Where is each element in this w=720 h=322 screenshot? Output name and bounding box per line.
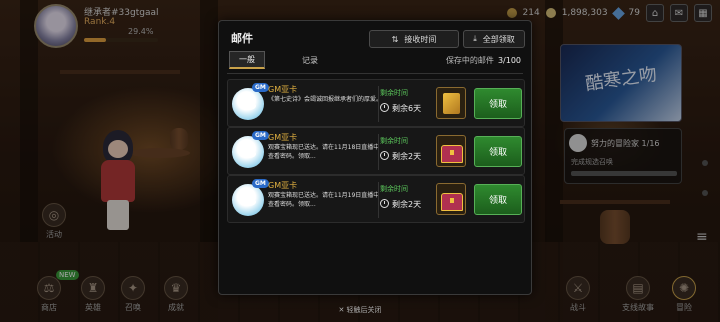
clock-icon [380, 103, 389, 112]
sender-avatar [232, 184, 264, 216]
gm-badge: GM [252, 179, 269, 188]
remaining-time-value: 剩余2天 [392, 200, 422, 209]
claim-all-button[interactable]: ⤓ 全部领取 [463, 30, 525, 48]
mail-message: 观赛宝箱现已送达。请在11月19日直播中查看密码。领取... [268, 192, 380, 208]
tap-to-close-hint[interactable]: ✕ 轻触后关闭 [0, 305, 720, 315]
claim-button[interactable]: 领取 [474, 136, 522, 167]
download-icon: ⤓ [473, 34, 477, 43]
claim-button[interactable]: 领取 [474, 88, 522, 119]
remaining-time-label: 剩余时间 [380, 89, 408, 97]
gm-badge: GM [252, 83, 269, 92]
mail-message: 《第七史诗》会竭诚回报继承者们的厚爱。 [268, 96, 382, 103]
chest-icon[interactable] [436, 135, 466, 167]
tab-general[interactable]: 一般 [229, 51, 265, 69]
close-icon: ✕ [338, 306, 345, 314]
sender-avatar [232, 88, 264, 120]
tab-records[interactable]: 记录 [297, 51, 323, 69]
gm-badge: GM [252, 131, 269, 140]
remaining-time-value: 剩余2天 [392, 152, 422, 161]
sender-avatar [232, 136, 264, 168]
claim-button[interactable]: 领取 [474, 184, 522, 215]
mail-dialog: 邮件 ⇅ 接收时间 ⤓ 全部领取 一般 记录 保存中的邮件 3/100 GM GM… [218, 20, 532, 295]
remaining-time-label: 剩余时间 [380, 185, 408, 193]
mail-sender: GM亚卡 [268, 181, 298, 190]
divider [227, 73, 523, 74]
sort-icon: ⇅ [391, 34, 399, 44]
remaining-time-value: 剩余6天 [392, 104, 422, 113]
divider [378, 182, 379, 218]
gold-card-icon[interactable] [436, 87, 466, 119]
clock-icon [380, 151, 389, 160]
sort-by-time-button[interactable]: ⇅ 接收时间 [369, 30, 459, 48]
mail-row: GM GM亚卡 观赛宝箱现已送达。请在11月18日直播中查看密码。领取... 剩… [227, 127, 525, 175]
chest-icon[interactable] [436, 183, 466, 215]
mail-message: 观赛宝箱现已送达。请在11月18日直播中查看密码。领取... [268, 144, 380, 160]
mail-title: 邮件 [231, 32, 253, 45]
mail-row: GM GM亚卡 观赛宝箱现已送达。请在11月19日直播中查看密码。领取... 剩… [227, 175, 525, 223]
mail-sender: GM亚卡 [268, 85, 298, 94]
divider [378, 134, 379, 170]
mail-row: GM GM亚卡 《第七史诗》会竭诚回报继承者们的厚爱。 剩余时间 剩余6天 领取 [227, 79, 525, 127]
divider [378, 86, 379, 122]
mail-sender: GM亚卡 [268, 133, 298, 142]
clock-icon [380, 199, 389, 208]
saved-mail-count: 保存中的邮件 3/100 [445, 56, 521, 65]
remaining-time-label: 剩余时间 [380, 137, 408, 145]
